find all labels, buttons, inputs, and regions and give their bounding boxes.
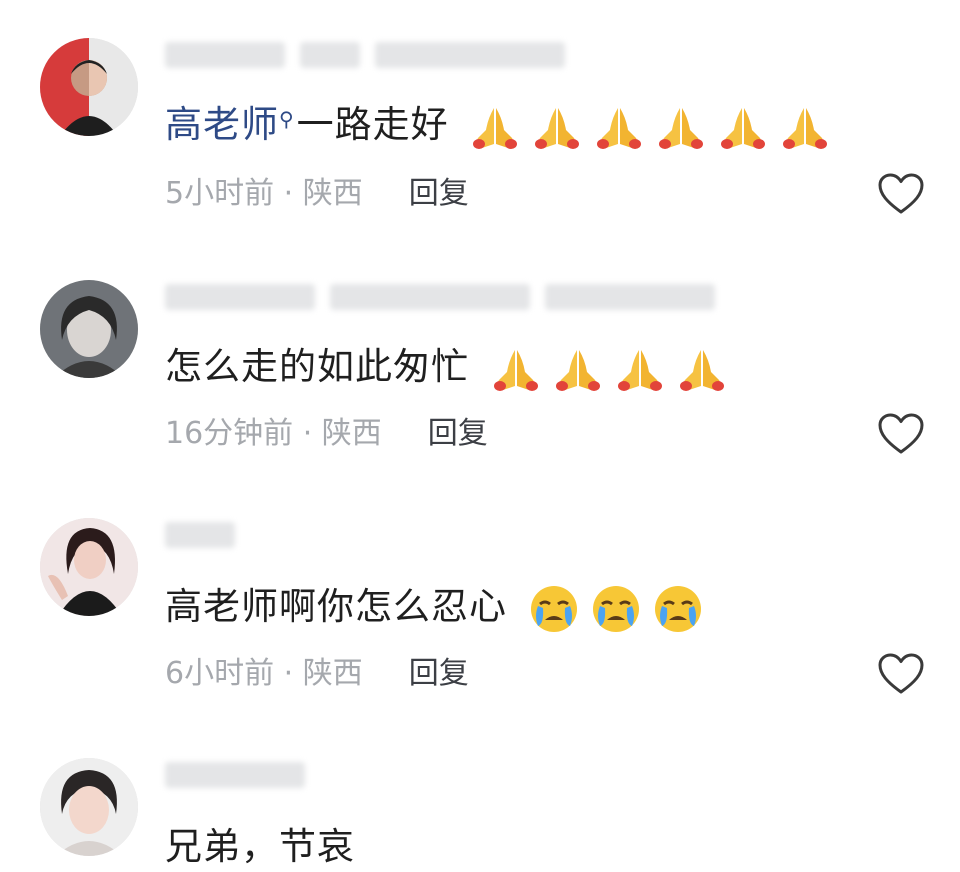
comment-meta: 5小时前 · 陕西 回复: [165, 174, 469, 214]
comment-meta: 6小时前 · 陕西 回复: [165, 654, 469, 694]
reply-button[interactable]: 回复: [409, 176, 469, 211]
crying-face-icon: [588, 584, 644, 634]
mention-link[interactable]: 高老师⚲: [165, 103, 297, 146]
folded-hands-icon: [550, 344, 606, 394]
crying-face-icon: [650, 584, 706, 634]
folded-hands-icon: [777, 102, 833, 152]
comment-time: 5小时前: [165, 176, 275, 211]
emoji-row: [469, 345, 730, 391]
like-heart-icon[interactable]: [877, 412, 925, 456]
emoji-row: [449, 103, 834, 149]
comment-meta: 16分钟前 · 陕西 回复: [165, 414, 488, 454]
folded-hands-icon: [591, 102, 647, 152]
comment-text: 高老师⚲一路走好: [165, 100, 833, 152]
folded-hands-icon: [612, 344, 668, 394]
comment-text: 怎么走的如此匆忙: [165, 342, 730, 394]
folded-hands-icon: [529, 102, 585, 152]
reply-button[interactable]: 回复: [428, 416, 488, 451]
like-heart-icon[interactable]: [877, 652, 925, 696]
emoji-row: [507, 585, 706, 632]
avatar[interactable]: [40, 38, 138, 136]
like-heart-icon[interactable]: [877, 172, 925, 216]
folded-hands-icon: [653, 102, 709, 152]
folded-hands-icon: [488, 344, 544, 394]
avatar[interactable]: [40, 518, 138, 616]
folded-hands-icon: [467, 102, 523, 152]
crying-face-icon: [526, 584, 582, 634]
avatar[interactable]: [40, 758, 138, 856]
comment-text: 兄弟，节哀: [165, 825, 355, 868]
meta-separator: ·: [274, 656, 303, 691]
comment-time: 6小时前: [165, 656, 275, 691]
search-icon: ⚲: [279, 107, 295, 131]
comment-location: 陕西: [302, 656, 363, 691]
folded-hands-icon: [715, 102, 771, 152]
comment-location: 陕西: [302, 176, 363, 211]
comment-location: 陕西: [321, 416, 382, 451]
comment-time: 16分钟前: [165, 416, 294, 451]
comment-text: 高老师啊你怎么忍心: [165, 582, 706, 634]
folded-hands-icon: [674, 344, 730, 394]
meta-separator: ·: [293, 416, 322, 451]
avatar[interactable]: [40, 280, 138, 378]
meta-separator: ·: [274, 176, 303, 211]
reply-button[interactable]: 回复: [409, 656, 469, 691]
